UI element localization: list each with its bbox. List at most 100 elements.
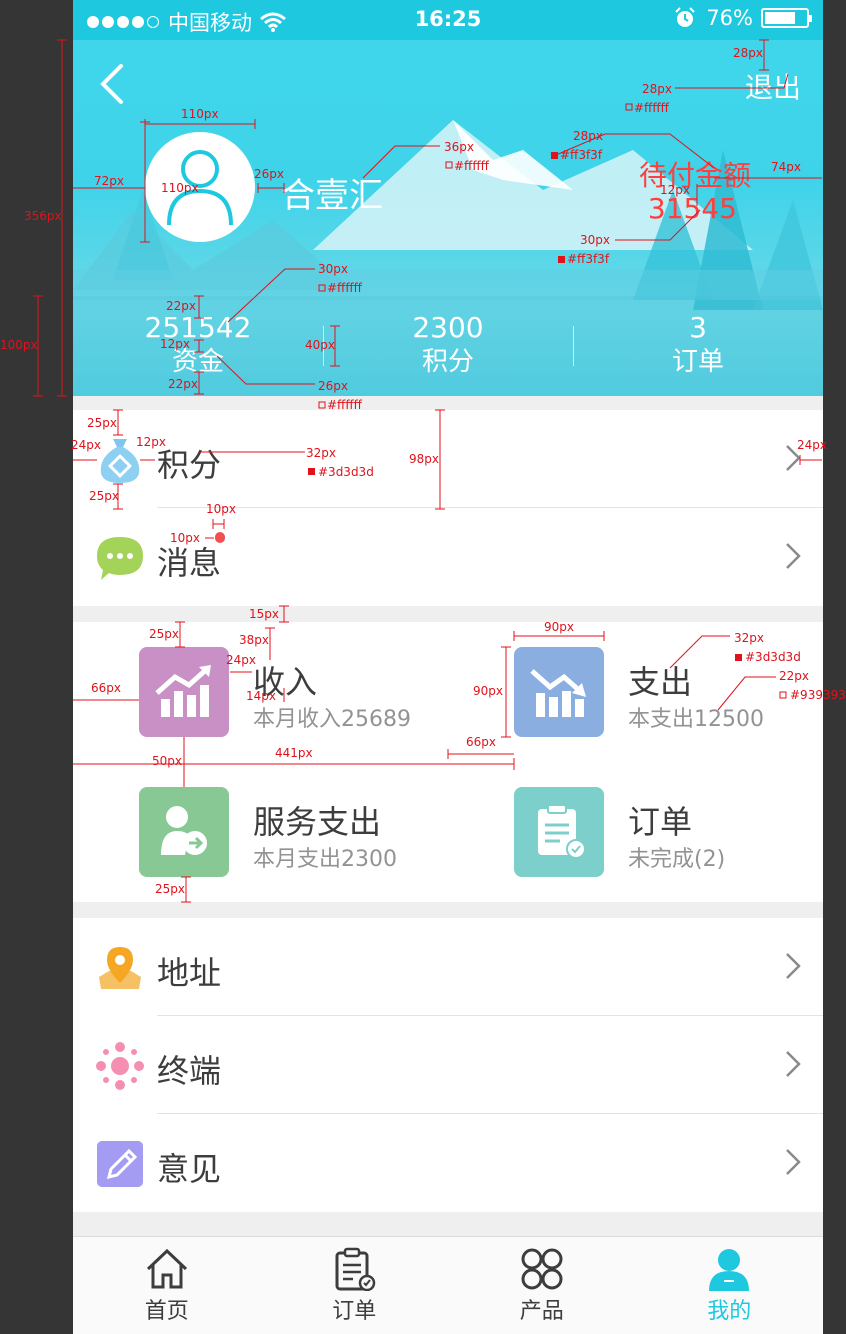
stat-label: 订单 <box>671 347 724 377</box>
spec-label: #ffffff <box>327 398 362 412</box>
spec-label: 441px <box>275 746 313 760</box>
spec-label: #ffffff <box>634 101 669 115</box>
menu-item-label: 意见 <box>157 1150 222 1188</box>
spec-label: #ff3f3f <box>567 252 610 266</box>
stat-label: 资金 <box>171 347 224 377</box>
username: 合壹汇 <box>281 176 383 216</box>
tile-title: 服务支出 <box>253 803 382 841</box>
menu-item-label: 积分 <box>157 446 222 484</box>
spec-label: 28px <box>642 82 672 96</box>
tile-subtitle: 本月支出2300 <box>253 847 397 872</box>
menu-item-terminal[interactable]: 终端 <box>73 1016 823 1114</box>
stat-label: 积分 <box>421 347 474 377</box>
chart-up-icon <box>155 665 211 717</box>
tab-label: 产品 <box>519 1299 564 1324</box>
chevron-right-icon <box>786 953 801 979</box>
alarm-icon <box>675 7 696 27</box>
spec-label: 25px <box>149 627 179 641</box>
spec-label: 12px <box>160 337 190 351</box>
network-nodes-icon <box>96 1042 144 1090</box>
spec-label: #3d3d3d <box>318 465 374 479</box>
edit-icon <box>97 1141 143 1187</box>
battery-icon <box>761 8 812 28</box>
spec-label: 356px <box>24 209 62 223</box>
spec-label: 32px <box>734 631 764 645</box>
spec-label: 15px <box>249 607 279 621</box>
tab-orders[interactable]: 订单 <box>261 1237 449 1334</box>
battery-percent: 76% <box>706 6 753 30</box>
menu-item-address[interactable]: 地址 <box>73 918 823 1016</box>
tab-label: 订单 <box>332 1299 377 1324</box>
tile-icon-box <box>514 787 604 877</box>
stat-value: 2300 <box>412 311 484 344</box>
tile-subtitle: 未完成(2) <box>628 847 726 872</box>
tab-label: 首页 <box>144 1299 189 1324</box>
stat-funds[interactable]: 251542 资金 <box>73 296 323 396</box>
tile-icon-box <box>514 647 604 737</box>
spec-label: #ff3f3f <box>560 148 603 162</box>
pending-amount-label: 待付金额 <box>638 159 751 192</box>
stat-orders[interactable]: 3 订单 <box>573 296 823 396</box>
spec-label: 25px <box>89 489 119 503</box>
spec-label: 98px <box>409 452 439 466</box>
spec-label: 12px <box>136 435 166 449</box>
tab-profile[interactable]: 我的 <box>636 1237 824 1334</box>
stat-value: 251542 <box>144 311 252 344</box>
spec-label: 22px <box>779 669 809 683</box>
spec-label: 10px <box>206 502 236 516</box>
tile-icon-box <box>139 647 229 737</box>
logout-button[interactable]: 退出 <box>745 66 801 106</box>
menu-item-points[interactable]: 积分 <box>73 410 823 508</box>
spec-label: 24px <box>797 438 827 452</box>
chart-down-icon <box>530 669 586 717</box>
menu-section-2: 地址 终端 意见 <box>73 918 823 1212</box>
spec-label: 38px <box>239 633 269 647</box>
tile-title: 支出 <box>628 663 693 701</box>
chevron-right-icon <box>786 1149 801 1175</box>
stat-points[interactable]: 2300 积分 <box>323 296 573 396</box>
chevron-right-icon <box>786 543 801 569</box>
product-icon <box>521 1248 563 1290</box>
chevron-right-icon <box>786 1051 801 1077</box>
spec-label: #ffffff <box>454 159 489 173</box>
tile-subtitle: 本支出12500 <box>628 707 764 732</box>
spec-label: 14px <box>246 689 276 703</box>
menu-item-feedback[interactable]: 意见 <box>73 1114 823 1212</box>
menu-item-messages[interactable]: 消息 <box>73 508 823 606</box>
spec-label: 90px <box>473 684 503 698</box>
profile-icon <box>709 1249 750 1291</box>
spec-label: 25px <box>155 882 185 896</box>
spec-label: 66px <box>91 681 121 695</box>
spec-label: 90px <box>544 620 574 634</box>
menu-item-label: 终端 <box>157 1052 222 1090</box>
menu-item-label: 地址 <box>157 954 222 992</box>
tile-income[interactable]: 收入 本月收入25689 <box>139 647 489 737</box>
spec-label: 110px <box>181 107 219 121</box>
tile-orders[interactable]: 订单 未完成(2) <box>514 787 823 877</box>
spec-label: 28px <box>573 129 603 143</box>
spec-label: #939393 <box>790 688 846 702</box>
spec-label: 30px <box>318 262 348 276</box>
finance-grid: 收入 本月收入25689 支出 本支出12500 服务支出 本月支出2300 订… <box>73 622 823 902</box>
spec-label: 12px <box>660 183 690 197</box>
tile-service-expense[interactable]: 服务支出 本月支出2300 <box>139 787 489 877</box>
spec-label: 40px <box>305 338 335 352</box>
spec-label: #3d3d3d <box>745 650 801 664</box>
spec-label: 26px <box>254 167 284 181</box>
home-icon <box>146 1248 187 1289</box>
location-pin-icon <box>99 947 141 989</box>
spec-label: 74px <box>771 160 801 174</box>
spec-label: 100px <box>0 338 38 352</box>
spec-label: 25px <box>87 416 117 430</box>
spec-label: 10px <box>170 531 200 545</box>
order-icon <box>335 1247 376 1291</box>
spec-label: 110px <box>161 181 199 195</box>
tab-bar: 首页 订单 产品 我的 <box>73 1236 823 1334</box>
user-transfer-icon <box>161 806 207 855</box>
back-arrow-icon[interactable] <box>95 62 131 106</box>
unread-dot <box>215 532 225 542</box>
spec-label: 72px <box>94 174 124 188</box>
tab-products[interactable]: 产品 <box>448 1237 636 1334</box>
spec-label: 24px <box>71 438 101 452</box>
tab-home[interactable]: 首页 <box>73 1237 261 1334</box>
